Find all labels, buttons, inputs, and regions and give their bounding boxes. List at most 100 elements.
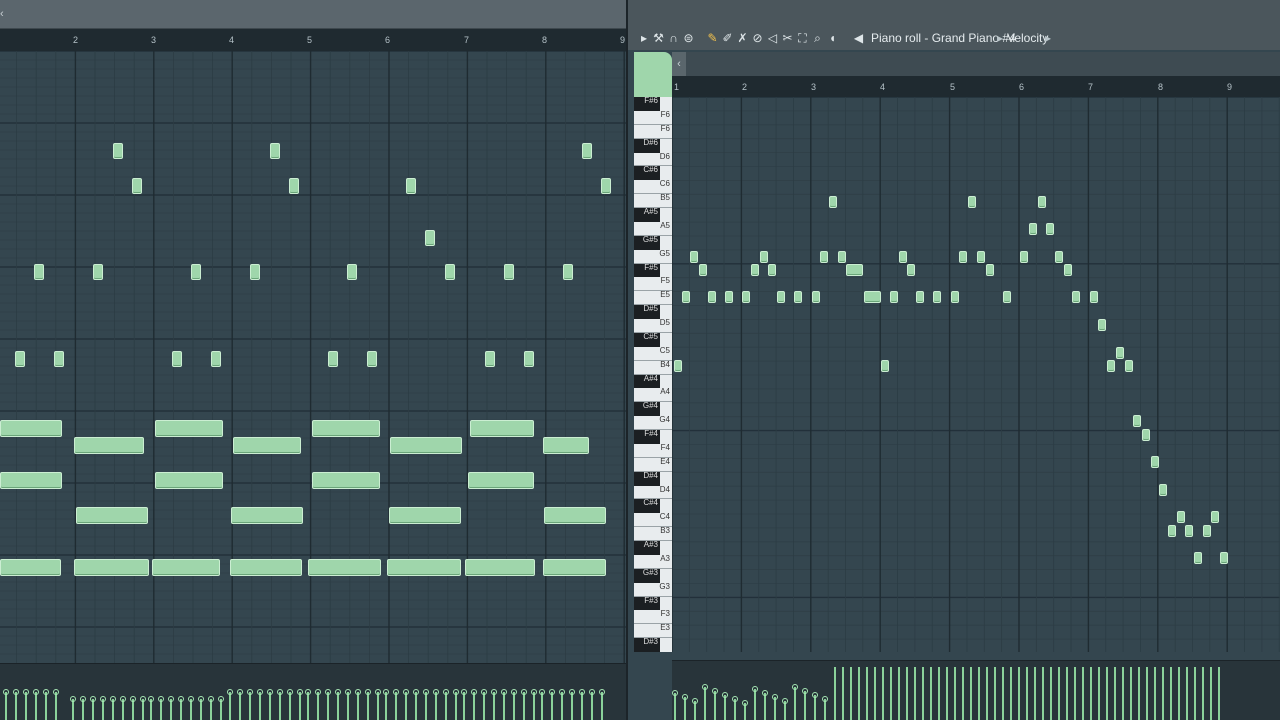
velocity-bar[interactable]	[938, 667, 940, 720]
black-key[interactable]: D#3	[634, 638, 660, 652]
note[interactable]	[1177, 511, 1185, 523]
velocity-bar[interactable]	[794, 687, 796, 720]
velocity-bar[interactable]	[1026, 667, 1028, 720]
velocity-handle[interactable]	[579, 689, 585, 695]
note[interactable]	[725, 291, 733, 303]
black-key[interactable]: G#3	[634, 568, 660, 583]
velocity-bar[interactable]	[842, 667, 844, 720]
note[interactable]	[544, 507, 606, 524]
velocity-bar[interactable]	[483, 692, 485, 720]
velocity-bar[interactable]	[1202, 667, 1204, 720]
note[interactable]	[674, 360, 682, 372]
note[interactable]	[1116, 347, 1124, 359]
velocity-bar[interactable]	[1098, 667, 1100, 720]
velocity-bar[interactable]	[874, 667, 876, 720]
velocity-bar[interactable]	[455, 692, 457, 720]
note[interactable]	[682, 291, 690, 303]
note[interactable]	[347, 264, 357, 280]
note[interactable]	[1159, 484, 1167, 496]
note[interactable]	[93, 264, 103, 280]
velocity-bar[interactable]	[1090, 667, 1092, 720]
velocity-handle[interactable]	[53, 689, 59, 695]
velocity-bar[interactable]	[922, 667, 924, 720]
velocity-handle[interactable]	[413, 689, 419, 695]
velocity-bar[interactable]	[523, 692, 525, 720]
note[interactable]	[367, 351, 377, 367]
velocity-bar[interactable]	[102, 699, 104, 720]
velocity-bar[interactable]	[15, 692, 17, 720]
velocity-handle[interactable]	[383, 689, 389, 695]
note[interactable]	[708, 291, 716, 303]
note[interactable]	[794, 291, 802, 303]
velocity-bar[interactable]	[72, 699, 74, 720]
velocity-handle[interactable]	[33, 689, 39, 695]
white-key[interactable]: G4	[634, 416, 672, 430]
velocity-bar[interactable]	[970, 667, 972, 720]
velocity-bar[interactable]	[858, 667, 860, 720]
velocity-handle[interactable]	[3, 689, 9, 695]
stamp-icon[interactable]: ⊜	[682, 31, 695, 45]
white-key[interactable]: E5	[634, 291, 672, 306]
velocity-bar[interactable]	[1082, 667, 1084, 720]
velocity-bar[interactable]	[493, 692, 495, 720]
velocity-bar[interactable]	[890, 667, 892, 720]
velocity-bar[interactable]	[1210, 667, 1212, 720]
velocity-bar[interactable]	[882, 667, 884, 720]
note[interactable]	[312, 472, 380, 489]
note[interactable]	[820, 251, 828, 263]
velocity-handle[interactable]	[559, 689, 565, 695]
velocity-bar[interactable]	[704, 687, 706, 720]
velocity-handle[interactable]	[168, 696, 174, 702]
velocity-bar[interactable]	[962, 667, 964, 720]
note[interactable]	[1098, 319, 1106, 331]
velocity-bar[interactable]	[377, 692, 379, 720]
velocity-bar[interactable]	[5, 692, 7, 720]
note[interactable]	[0, 420, 62, 437]
note[interactable]	[308, 559, 381, 576]
note[interactable]	[690, 251, 698, 263]
note[interactable]	[406, 178, 416, 194]
velocity-bar[interactable]	[571, 692, 573, 720]
velocity-handle[interactable]	[782, 698, 788, 704]
velocity-bar[interactable]	[249, 692, 251, 720]
velocity-handle[interactable]	[802, 688, 808, 694]
playback-icon[interactable]: ◖	[826, 31, 839, 45]
black-key[interactable]: C#4	[634, 499, 660, 514]
slice-icon[interactable]: ✂	[781, 31, 794, 45]
black-key[interactable]: A#4	[634, 374, 660, 389]
velocity-handle[interactable]	[208, 696, 214, 702]
velocity-handle[interactable]	[140, 696, 146, 702]
note[interactable]	[951, 291, 959, 303]
velocity-bar[interactable]	[754, 689, 756, 720]
velocity-bar[interactable]	[824, 699, 826, 720]
velocity-bar[interactable]	[35, 692, 37, 720]
velocity-bar[interactable]	[533, 692, 535, 720]
note[interactable]	[760, 251, 768, 263]
velocity-bar[interactable]	[289, 692, 291, 720]
velocity-handle[interactable]	[355, 689, 361, 695]
note[interactable]	[74, 437, 144, 454]
note[interactable]	[0, 472, 62, 489]
velocity-handle[interactable]	[287, 689, 293, 695]
note[interactable]	[1185, 525, 1193, 537]
velocity-bar[interactable]	[150, 699, 152, 720]
velocity-bar[interactable]	[814, 695, 816, 720]
note[interactable]	[986, 264, 994, 276]
velocity-bar[interactable]	[220, 699, 222, 720]
velocity-bar[interactable]	[994, 667, 996, 720]
note[interactable]	[1020, 251, 1028, 263]
velocity-handle[interactable]	[742, 700, 748, 706]
note[interactable]	[390, 437, 462, 454]
note[interactable]	[54, 351, 64, 367]
velocity-bar[interactable]	[1122, 667, 1124, 720]
note[interactable]	[959, 251, 967, 263]
velocity-handle[interactable]	[531, 689, 537, 695]
white-key[interactable]: E3	[634, 624, 672, 639]
velocity-handle[interactable]	[569, 689, 575, 695]
note[interactable]	[152, 559, 220, 576]
note[interactable]	[132, 178, 142, 194]
note[interactable]	[1142, 429, 1150, 441]
white-key[interactable]: C4	[634, 513, 672, 528]
note[interactable]	[211, 351, 221, 367]
wrench-icon[interactable]: ⚒	[652, 31, 665, 45]
